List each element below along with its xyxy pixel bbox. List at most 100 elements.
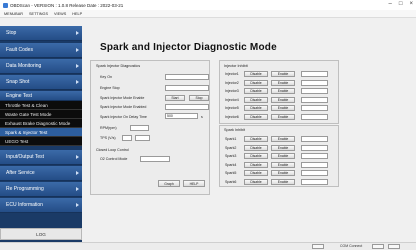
sidebar-item-label: Waste Gate Test Mode — [5, 111, 52, 117]
injector-label: Injector5 — [225, 106, 239, 110]
sidebar-subitem-uego[interactable]: UEGO Test — [0, 137, 82, 146]
injector-label: Injector4 — [225, 97, 239, 102]
tps-label: TPS (V/s) — [100, 136, 116, 140]
stop-button[interactable]: Stop — [189, 95, 209, 101]
o2-mode-label: O2 Control Mode — [100, 157, 128, 161]
disable-button[interactable]: Disable — [244, 105, 268, 111]
closed-loop-label: Closed Loop Control — [96, 148, 129, 152]
status-indicator — [312, 244, 324, 249]
sidebar-subitem-waste-gate[interactable]: Waste Gate Test Mode — [0, 110, 82, 119]
sidebar-item-label: Spark & Injector Test — [5, 129, 48, 135]
rpm-field — [130, 125, 149, 131]
sidebar-subitem-exhaust-brake[interactable]: Exhaust Brake Diagnostic Mode — [0, 119, 82, 128]
page-title: Spark and Injector Diagnostic Mode — [100, 42, 277, 53]
minimize-icon[interactable]: – — [389, 1, 392, 7]
chevron-right-icon — [76, 203, 79, 207]
disable-button[interactable]: Disable — [244, 88, 268, 94]
enable-button[interactable]: Enable — [271, 153, 295, 159]
graph-button[interactable]: Graph — [158, 180, 180, 187]
disable-button[interactable]: Disable — [244, 79, 268, 86]
mode-enabled-label: Spark Injector Mode Enabled — [100, 105, 147, 109]
spark-label: Spark6 — [225, 179, 237, 184]
disable-button[interactable]: Disable — [244, 153, 268, 159]
maximize-icon[interactable]: □ — [399, 1, 403, 7]
enable-button[interactable]: Enable — [271, 105, 295, 111]
help-button[interactable]: HELP — [183, 180, 205, 187]
enable-button[interactable]: Enable — [271, 178, 295, 185]
sidebar-item-after-service[interactable]: After Service — [0, 166, 82, 181]
sidebar-item-data-monitoring[interactable]: Data Monitoring — [0, 59, 82, 74]
enable-button[interactable]: Enable — [271, 79, 295, 86]
sidebar-item-label: Exhaust Brake Diagnostic Mode — [5, 120, 71, 126]
menu-settings[interactable]: SETTINGS — [29, 12, 48, 16]
vertical-scrollbar[interactable] — [412, 26, 416, 242]
disable-button[interactable]: Disable — [244, 144, 268, 151]
o2-mode-field — [140, 156, 170, 162]
disable-button[interactable]: Disable — [244, 96, 268, 103]
injector-inhibit-title: Injector Inhibit — [224, 64, 248, 68]
sidebar-item-stop[interactable]: Stop — [0, 26, 82, 41]
com-status: COM Connect — [340, 244, 363, 248]
key-on-field — [165, 74, 209, 80]
status-field — [301, 161, 328, 168]
sidebar-subitem-throttle-test[interactable]: Throttle Test & Clean — [0, 101, 82, 110]
spark-label: Spark3 — [225, 154, 237, 158]
sidebar-item-label: Snap Shot — [6, 79, 30, 85]
spark-label: Spark5 — [225, 171, 237, 175]
menu-views[interactable]: VIEWS — [54, 12, 66, 16]
injector-label: Injector6 — [225, 114, 239, 119]
enable-button[interactable]: Enable — [271, 161, 295, 168]
disable-button[interactable]: Disable — [244, 113, 268, 120]
sidebar-item-label: Data Monitoring — [6, 63, 42, 69]
menu-help[interactable]: HELP — [72, 12, 82, 16]
status-field — [301, 96, 328, 103]
chevron-right-icon — [76, 155, 79, 159]
app-window: OBDScan - VERSION : 1.0.8 Release Date :… — [0, 0, 416, 250]
spark-inhibit-title: Spark Inhibit — [224, 128, 246, 132]
disable-button[interactable]: Disable — [244, 71, 268, 77]
injector-label: Injector3 — [225, 89, 239, 93]
status-field — [301, 136, 328, 142]
tps-field-1 — [122, 135, 132, 141]
chevron-right-icon — [76, 31, 79, 35]
window-title: OBDScan - VERSION : 1.0.8 Release Date :… — [10, 2, 124, 8]
status-field — [301, 113, 328, 120]
sidebar-item-label: Input/Output Test — [6, 154, 44, 160]
enable-button[interactable]: Enable — [271, 113, 295, 120]
sidebar-item-engine-test[interactable]: Engine Test — [0, 91, 82, 101]
app-icon — [3, 2, 8, 8]
delay-time-input[interactable]: 500 — [165, 113, 198, 119]
log-button[interactable]: LOG — [0, 228, 82, 240]
disable-button[interactable]: Disable — [244, 161, 268, 168]
enable-button[interactable]: Enable — [271, 170, 295, 176]
menu-menubar[interactable]: MENUBAR — [4, 12, 23, 16]
sidebar-item-input-output[interactable]: Input/Output Test — [0, 150, 82, 165]
title-bar: OBDScan - VERSION : 1.0.8 Release Date :… — [0, 0, 416, 10]
mode-enabled-field — [165, 104, 209, 110]
enable-button[interactable]: Enable — [271, 71, 295, 77]
status-field — [301, 71, 328, 77]
start-button[interactable]: Start — [165, 95, 185, 101]
diagnostics-section-title: Spark Injector Diagnostics — [96, 64, 141, 68]
close-icon[interactable]: × — [409, 1, 413, 7]
sidebar-item-ecu-information[interactable]: ECU Information — [0, 198, 82, 213]
sidebar-item-fault-codes[interactable]: Fault Codes — [0, 43, 82, 58]
status-indicator — [372, 244, 384, 249]
disable-button[interactable]: Disable — [244, 170, 268, 176]
enable-button[interactable]: Enable — [271, 136, 295, 142]
chevron-right-icon — [76, 48, 79, 52]
disable-button[interactable]: Disable — [244, 136, 268, 142]
status-field — [301, 79, 328, 86]
status-indicator — [388, 244, 400, 249]
sidebar-item-label: Engine Test — [6, 92, 33, 99]
enable-button[interactable]: Enable — [271, 88, 295, 94]
sidebar-item-re-programming[interactable]: Re Programming — [0, 182, 82, 197]
delay-time-label: Spark Injector On Delay Time — [100, 115, 147, 119]
enable-button[interactable]: Enable — [271, 144, 295, 151]
chevron-right-icon — [76, 80, 79, 84]
sidebar-subitem-spark-injector[interactable]: Spark & Injector Test — [0, 128, 82, 137]
enable-button[interactable]: Enable — [271, 96, 295, 103]
chevron-right-icon — [76, 64, 79, 68]
disable-button[interactable]: Disable — [244, 178, 268, 185]
sidebar-item-snap-shot[interactable]: Snap Shot — [0, 75, 82, 90]
